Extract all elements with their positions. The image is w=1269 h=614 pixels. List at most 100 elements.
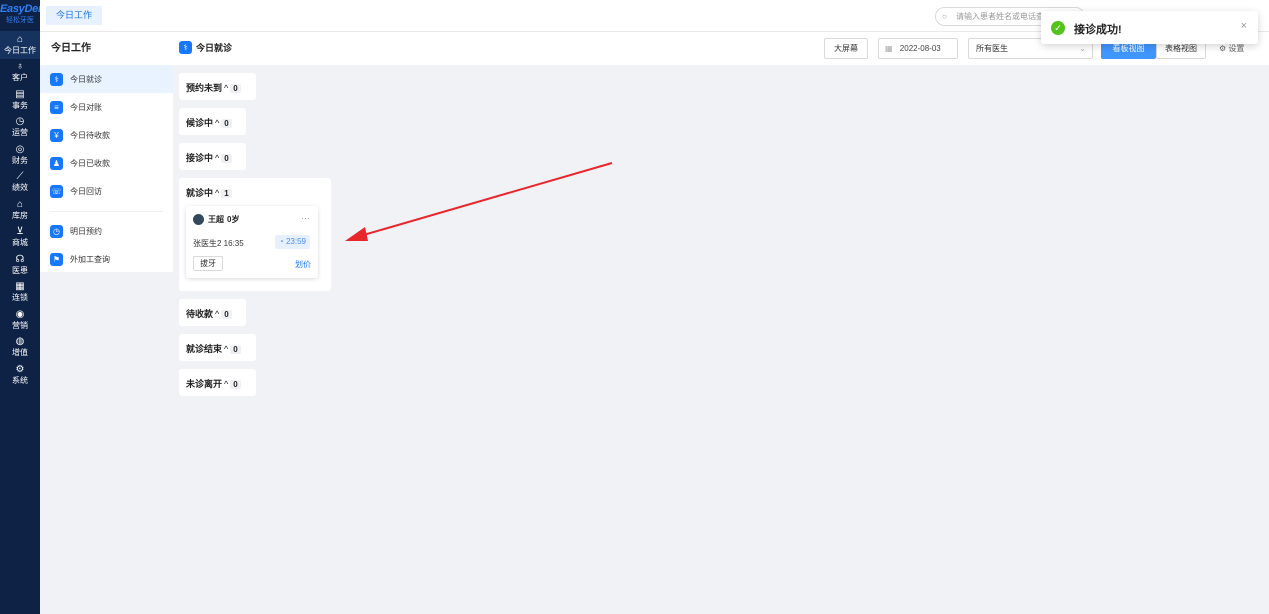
nav-item-label: 医患 [12,265,28,275]
nav-item[interactable]: ◷ 运营 [0,114,40,142]
patient-card[interactable]: 王超 0岁 ··· 张医生2 16:35 ◔ 23:59 拔牙 划价 [186,206,318,278]
nav-item-label: 增值 [12,348,28,358]
sidebar-item-icon: ◷ [50,224,63,238]
caret-up-icon: ^ [215,309,220,319]
sidebar-item[interactable]: ⚑ 外加工查询 [40,245,173,273]
sidebar-item-label: 今日回访 [70,186,102,196]
patient-name-text: 王超 [208,215,224,224]
sidebar-item-icon: ¥ [50,128,63,142]
nav-item-label: 系统 [12,375,28,385]
sidebar-item-icon: ⚕ [50,72,63,86]
nav-item[interactable]: ⊻ 商城 [0,224,40,252]
nav-item[interactable]: ⟋ 绩效 [0,169,40,197]
nav-item[interactable]: ⌂ 今日工作 [0,31,40,59]
column-count: 0 [221,310,232,319]
nav-item[interactable]: ◍ 增值 [0,334,40,362]
chart-icon: ⟋ [16,171,24,183]
nav-item-label: 营销 [12,320,28,330]
nav-item[interactable]: ♁ 客户 [0,59,40,87]
sidebar-item[interactable]: ⚕ 今日就诊 [40,65,173,93]
column-header[interactable]: 就诊结束 ^ 0 [186,342,241,355]
sidebar-item-icon: ☏ [50,184,63,198]
column-header[interactable]: 候诊中 ^ 0 [186,116,232,129]
settings-icon: ⚙ [1219,44,1227,53]
column-label: 未诊离开 [186,379,223,389]
sidebar-item[interactable]: ≡ 今日对账 [40,93,173,121]
sidebar-item-label: 明日预约 [70,226,102,236]
sidebar-item[interactable]: ¥ 今日待收款 [40,121,173,149]
column-header[interactable]: 预约未到 ^ 0 [186,81,241,94]
search-placeholder: 请输入患者姓名或电话查询 [956,12,1052,21]
doctor-patient-icon: ☊ [15,253,25,265]
close-icon[interactable]: × [1241,20,1247,32]
column-header[interactable]: 待收款 ^ 0 [186,307,232,320]
column-count: 0 [230,380,241,389]
caret-up-icon: ^ [215,188,220,198]
column-header[interactable]: 就诊中 ^ 1 [186,186,232,199]
marketing-icon: ◉ [15,308,25,320]
column-header[interactable]: 接诊中 ^ 0 [186,151,232,164]
nav-item[interactable]: ☊ 医患 [0,251,40,279]
sub-sidebar: 今日工作 ⚕ 今日就诊 ≡ 今日对账 ¥ 今日待收款 ♟ 今日已收款 ☏ 今日回访 ◷ 明日预约 ⚑ 外… [40,32,173,272]
timer-value: 23:59 [285,237,306,246]
settings-button[interactable]: ⚙ 设置 [1219,43,1244,54]
more-icon[interactable]: ··· [301,213,310,223]
avatar [193,214,204,225]
clock-icon: ◷ [15,116,25,128]
page-title: ⚕ 今日就诊 [179,41,232,54]
settings-label: 设置 [1228,44,1245,53]
user-icon: ♁ [16,61,24,73]
nav-item-label: 连锁 [12,293,28,303]
column-label: 接诊中 [186,153,214,163]
nav-item[interactable]: ◉ 营销 [0,306,40,334]
kanban-column: 接诊中 ^ 0 [179,143,246,170]
nav-item[interactable]: ⌂ 库房 [0,196,40,224]
nav-item-label: 今日工作 [4,45,36,55]
toast-message: 接诊成功! [1074,24,1122,36]
kanban-column: 预约未到 ^ 0 [179,73,256,100]
price-link[interactable]: 划价 [295,259,311,270]
column-count: 0 [221,154,232,163]
timer-icon: ◔ [278,237,284,246]
column-label: 预约未到 [186,83,223,93]
big-screen-button[interactable]: 大屏幕 [824,38,868,59]
sidebar-item-label: 外加工查询 [70,254,110,264]
kanban-column: 就诊结束 ^ 0 [179,334,256,361]
value-added-icon: ◍ [15,336,25,348]
sidebar-item[interactable]: ☏ 今日回访 [40,177,173,205]
tab-today-work[interactable]: 今日工作 [46,6,103,25]
nav-item-label: 运营 [12,128,28,138]
nav-item[interactable]: ◎ 财务 [0,141,40,169]
arrow-head [345,227,368,241]
nav-item-label: 客户 [12,73,28,83]
check-circle-icon: ✓ [1051,21,1065,35]
sidebar-item[interactable]: ◷ 明日预约 [40,217,173,245]
nav-item[interactable]: ⚙ 系统 [0,361,40,389]
sidebar-item-label: 今日待收款 [70,130,110,140]
sidebar-divider [50,211,163,212]
main-nav: EasyDent 轻松牙医 ⌂今日工作♁客户▤事务◷运营◎财务⟋绩效⌂库房⊻商城… [0,0,40,614]
date-picker[interactable]: ▦ 2022-08-03 [878,38,958,59]
sidebar-item-icon: ⚑ [50,252,63,266]
success-toast: ✓ 接诊成功! × [1041,11,1258,44]
column-count: 1 [221,189,232,198]
sidebar-item[interactable]: ♟ 今日已收款 [40,149,173,177]
nav-item[interactable]: ▦ 连锁 [0,279,40,307]
sidebar-item-label: 今日就诊 [70,74,102,84]
chain-icon: ▦ [15,281,25,293]
caret-up-icon: ^ [224,83,229,93]
stethoscope-icon: ⚕ [179,41,192,54]
gear-icon: ⚙ [15,363,25,375]
treatment-tag: 拔牙 [193,256,223,271]
sidebar-item-icon: ♟ [50,156,63,170]
column-header[interactable]: 未诊离开 ^ 0 [186,377,241,390]
search-icon: ○ [942,12,947,21]
column-label: 候诊中 [186,118,214,128]
patient-age: 0岁 [227,215,240,224]
brand-name: EasyDent [0,3,40,15]
nav-item[interactable]: ▤ 事务 [0,86,40,114]
brand-logo: EasyDent 轻松牙医 [0,0,40,31]
nav-item-label: 绩效 [12,183,28,193]
kanban-column: 未诊离开 ^ 0 [179,369,256,396]
warehouse-icon: ⌂ [16,198,24,210]
